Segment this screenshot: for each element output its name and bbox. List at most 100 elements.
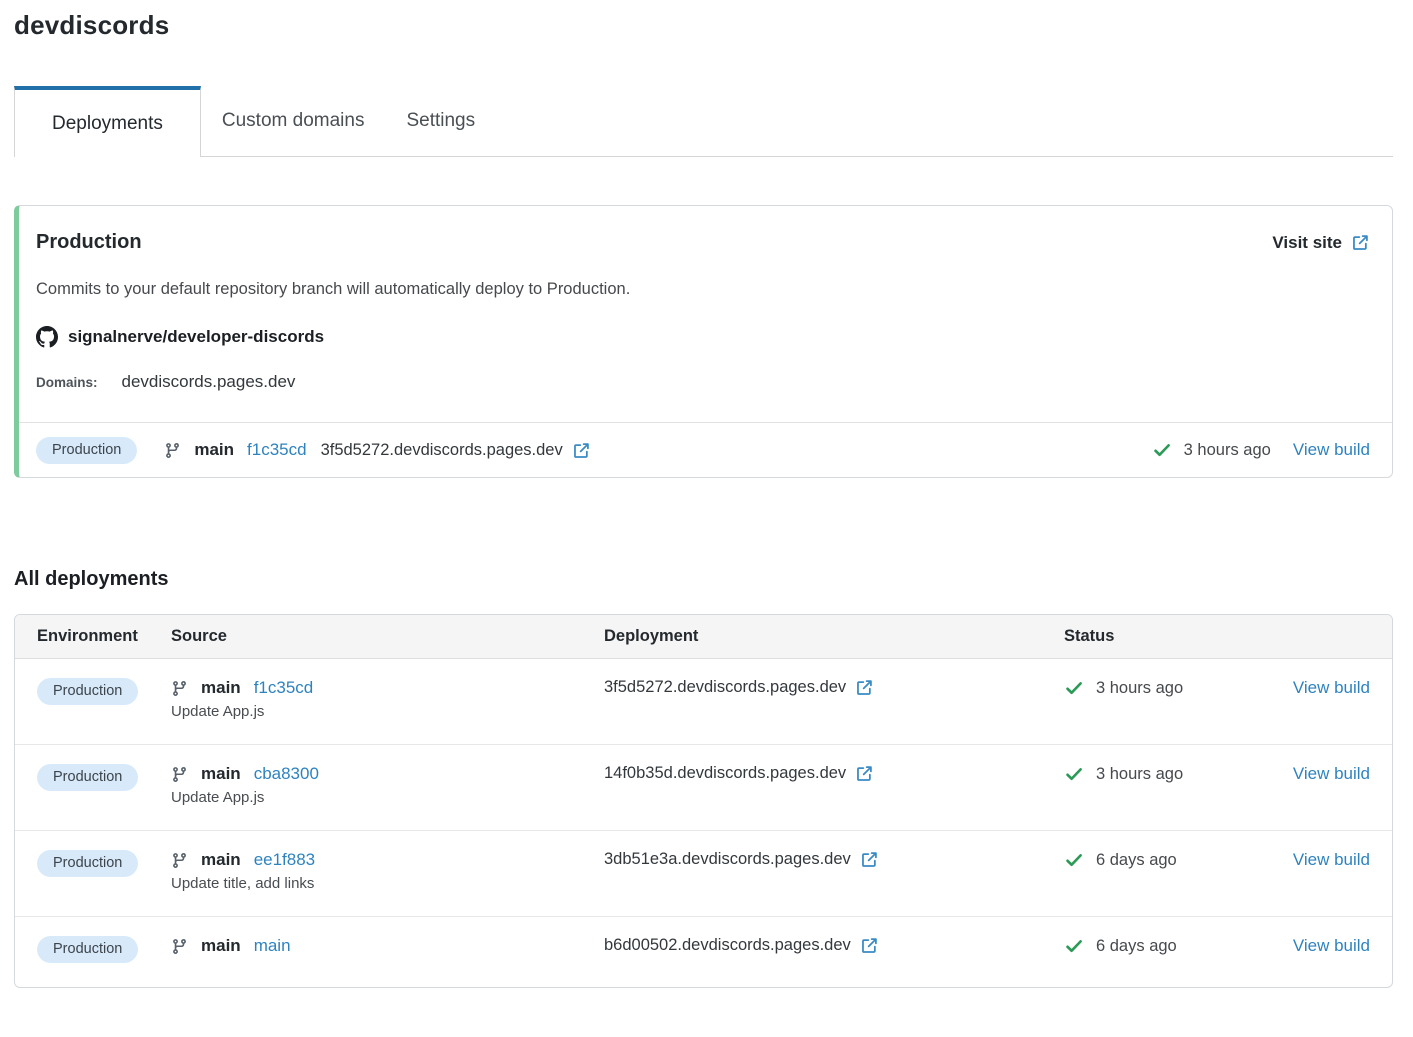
git-branch-icon — [171, 766, 188, 783]
check-icon — [1064, 678, 1084, 698]
action-cell: View build — [1293, 850, 1370, 870]
deployments-table-header: Environment Source Deployment Status — [15, 615, 1392, 659]
environment-cell: Production — [37, 936, 171, 963]
table-row: Production main f1c35cd Update App.js 3f… — [15, 659, 1392, 744]
environment-cell: Production — [37, 850, 171, 877]
status-time: 3 hours ago — [1184, 441, 1271, 460]
branch-name: main — [201, 678, 241, 698]
external-link-icon[interactable] — [855, 764, 874, 783]
deployment-url: 14f0b35d.devdiscords.pages.dev — [604, 764, 846, 783]
view-build-link[interactable]: View build — [1293, 936, 1370, 955]
status-cell: 3 hours ago — [1064, 678, 1293, 698]
source-info: main f1c35cd — [171, 678, 604, 698]
source-cell: main ee1f883 Update title, add links — [171, 850, 604, 892]
status-time: 6 days ago — [1096, 937, 1177, 956]
production-card: Production Visit site Commits to your de… — [14, 205, 1393, 478]
tab-deployments[interactable]: Deployments — [14, 86, 201, 157]
view-build-link[interactable]: View build — [1293, 764, 1370, 783]
deployment-url: b6d00502.devdiscords.pages.dev — [604, 936, 851, 955]
status-time: 3 hours ago — [1096, 765, 1183, 784]
source-cell: main main — [171, 936, 604, 956]
source-info: main main — [171, 936, 604, 956]
status-time: 6 days ago — [1096, 851, 1177, 870]
action-cell: View build — [1293, 936, 1370, 956]
deployments-table: Environment Source Deployment Status Pro… — [14, 614, 1393, 988]
production-description: Commits to your default repository branc… — [36, 280, 1370, 299]
check-icon — [1064, 936, 1084, 956]
environment-cell: Production — [37, 764, 171, 791]
commit-message: Update App.js — [171, 703, 604, 720]
environment-badge: Production — [37, 936, 138, 963]
environment-badge: Production — [37, 850, 138, 877]
source-info: main f1c35cd — [164, 440, 306, 460]
deployment-cell: 3f5d5272.devdiscords.pages.dev — [604, 678, 1064, 697]
source-cell: main cba8300 Update App.js — [171, 764, 604, 806]
visit-site-link[interactable]: Visit site — [1272, 233, 1370, 253]
all-deployments-heading: All deployments — [14, 568, 1393, 591]
repo-name: signalnerve/developer-discords — [68, 327, 324, 347]
environment-cell: Production — [37, 678, 171, 705]
check-icon — [1152, 440, 1172, 460]
branch-name: main — [201, 936, 241, 956]
external-link-icon[interactable] — [860, 850, 879, 869]
status-cell: 6 days ago — [1064, 850, 1293, 870]
git-branch-icon — [171, 938, 188, 955]
table-row: Production main main b6d00502.devdiscord… — [15, 916, 1392, 987]
check-icon — [1064, 850, 1084, 870]
source-info: main ee1f883 — [171, 850, 604, 870]
commit-message: Update App.js — [171, 789, 604, 806]
commit-link[interactable]: main — [254, 936, 291, 956]
status-cell: 6 days ago — [1064, 936, 1293, 956]
deployment-cell: 14f0b35d.devdiscords.pages.dev — [604, 764, 1064, 783]
pages-project-page: devdiscords Deployments Custom domains S… — [0, 0, 1413, 988]
repo-link[interactable]: signalnerve/developer-discords — [36, 326, 1370, 348]
commit-link[interactable]: f1c35cd — [254, 678, 314, 698]
action-cell: View build — [1293, 764, 1370, 784]
status-time: 3 hours ago — [1096, 679, 1183, 698]
column-header-status: Status — [1064, 627, 1370, 646]
deployment-url: 3db51e3a.devdiscords.pages.dev — [604, 850, 851, 869]
visit-site-label: Visit site — [1272, 233, 1342, 253]
column-header-source: Source — [171, 627, 604, 646]
tab-bar-filler — [496, 86, 1393, 157]
production-card-title: Production — [36, 231, 142, 254]
production-card-header: Production Visit site — [36, 231, 1370, 254]
view-build-link[interactable]: View build — [1293, 678, 1370, 697]
git-branch-icon — [171, 680, 188, 697]
column-header-deployment: Deployment — [604, 627, 1064, 646]
branch-name: main — [194, 440, 234, 460]
github-icon — [36, 326, 58, 348]
external-link-icon[interactable] — [1351, 233, 1370, 252]
commit-link[interactable]: f1c35cd — [247, 440, 307, 460]
source-cell: main f1c35cd Update App.js — [171, 678, 604, 720]
commit-link[interactable]: cba8300 — [254, 764, 319, 784]
check-icon — [1064, 764, 1084, 784]
status: 3 hours ago — [1152, 440, 1271, 460]
deployment-url: 3f5d5272.devdiscords.pages.dev — [321, 441, 563, 460]
commit-link[interactable]: ee1f883 — [254, 850, 315, 870]
git-branch-icon — [164, 442, 181, 459]
view-build-link[interactable]: View build — [1293, 440, 1370, 460]
view-build-link[interactable]: View build — [1293, 850, 1370, 869]
external-link-icon[interactable] — [572, 441, 591, 460]
deployment-cell: 3db51e3a.devdiscords.pages.dev — [604, 850, 1064, 869]
tab-settings[interactable]: Settings — [385, 86, 496, 157]
domains-value: devdiscords.pages.dev — [122, 372, 296, 392]
external-link-icon[interactable] — [860, 936, 879, 955]
production-card-body: Production Visit site Commits to your de… — [19, 206, 1392, 422]
column-header-environment: Environment — [37, 627, 171, 646]
tab-bar: Deployments Custom domains Settings — [14, 86, 1393, 157]
deployment-status-actions: 3 hours ago View build — [1152, 440, 1370, 460]
external-link-icon[interactable] — [855, 678, 874, 697]
environment-badge: Production — [37, 764, 138, 791]
environment-badge: Production — [37, 678, 138, 705]
domains-label: Domains: — [36, 375, 98, 390]
status-cell: 3 hours ago — [1064, 764, 1293, 784]
page-title: devdiscords — [14, 10, 1393, 41]
branch-name: main — [201, 850, 241, 870]
production-deployment-row: Production main f1c35cd 3f5d5272.devdisc… — [19, 422, 1392, 477]
table-row: Production main ee1f883 Update title, ad… — [15, 830, 1392, 916]
commit-message: Update title, add links — [171, 875, 604, 892]
tab-custom-domains[interactable]: Custom domains — [201, 86, 386, 157]
table-row: Production main cba8300 Update App.js 14… — [15, 744, 1392, 830]
